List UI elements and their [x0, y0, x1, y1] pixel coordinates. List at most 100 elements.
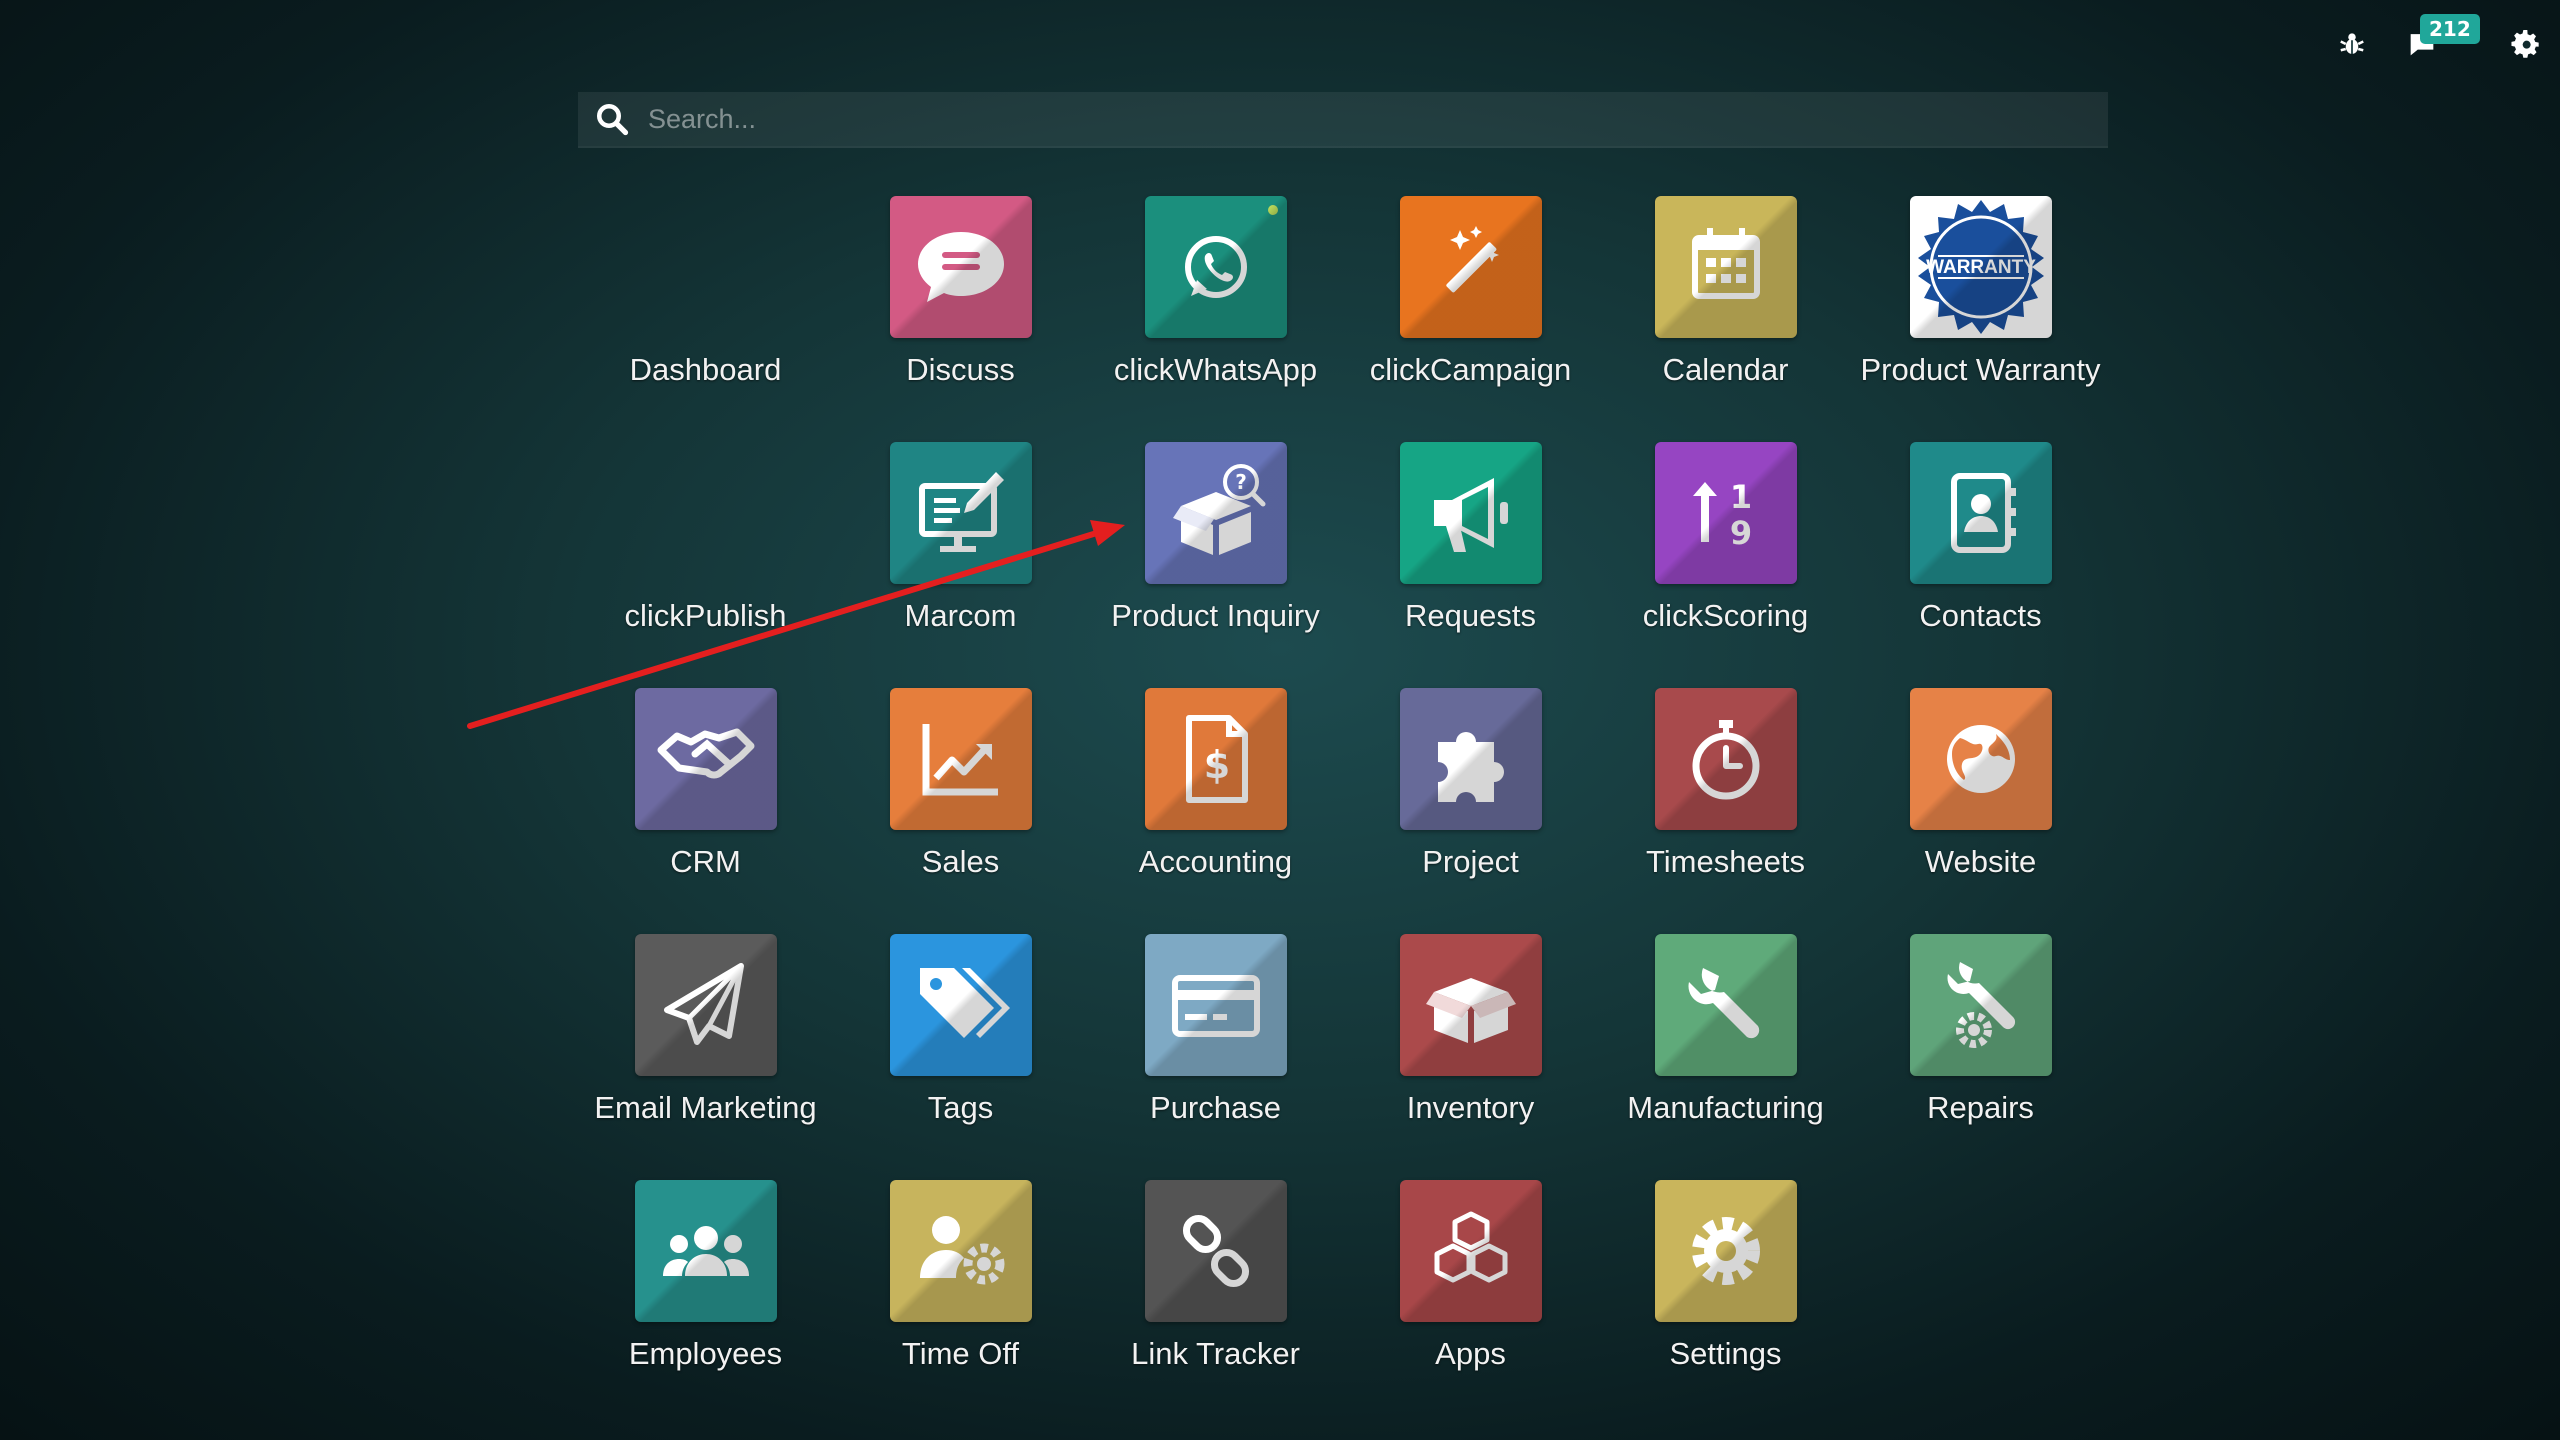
app-label: Timesheets [1645, 844, 1806, 879]
app-label: Discuss [906, 352, 1015, 387]
globe-icon [1909, 688, 2052, 830]
app-label: Purchase [1150, 1090, 1281, 1125]
app-label: Calendar [1662, 352, 1789, 387]
app-label: Sales [921, 844, 1000, 879]
app-apps[interactable]: Apps [1343, 1180, 1598, 1426]
app-label: Website [1924, 844, 2037, 879]
chat-icon[interactable]: 212 [2402, 14, 2480, 64]
cubes-icon [1399, 1180, 1542, 1322]
app-purchase[interactable]: Purchase [1088, 934, 1343, 1180]
svg-text:$: $ [1203, 743, 1229, 787]
open-box-icon [1399, 934, 1542, 1076]
app-clickpublish[interactable]: clickPublish [578, 442, 833, 688]
sort-numeric-icon: 19 [1654, 442, 1797, 584]
app-accounting[interactable]: $ Accounting [1088, 688, 1343, 934]
chart-line-icon [889, 688, 1032, 830]
magic-wand-icon [1399, 196, 1542, 338]
app-requests[interactable]: Requests [1343, 442, 1598, 688]
app-label: Product Warranty [1860, 352, 2101, 387]
app-contacts[interactable]: Contacts [1853, 442, 2108, 688]
app-label: CRM [670, 844, 741, 879]
app-project[interactable]: Project [1343, 688, 1598, 934]
megaphone-icon [1399, 442, 1542, 584]
app-sales[interactable]: Sales [833, 688, 1088, 934]
app-inventory[interactable]: Inventory [1343, 934, 1598, 1180]
address-book-icon [1909, 442, 2052, 584]
paper-plane-icon [634, 934, 777, 1076]
invoice-dollar-icon: $ [1144, 688, 1287, 830]
svg-text:9: 9 [1729, 514, 1751, 552]
app-grid: Dashboard Discuss clickWhatsApp clickCam… [578, 196, 2108, 1426]
app-label: Requests [1405, 598, 1536, 633]
app-email-marketing[interactable]: Email Marketing [578, 934, 833, 1180]
svg-text:?: ? [1235, 470, 1247, 494]
wrench-gear-icon [1909, 934, 2052, 1076]
app-employees[interactable]: Employees [578, 1180, 833, 1426]
chat-bubble-icon [889, 196, 1032, 338]
user-gear-icon [889, 1180, 1032, 1322]
app-label: Link Tracker [1131, 1336, 1300, 1371]
app-label: Employees [628, 1336, 783, 1371]
app-settings[interactable]: Settings [1598, 1180, 1853, 1426]
chat-count-badge: 212 [2420, 14, 2480, 44]
users-icon [634, 1180, 777, 1322]
calendar-icon [1654, 196, 1797, 338]
search-bar [578, 92, 2108, 148]
app-calendar[interactable]: Calendar [1598, 196, 1853, 442]
app-label: Product Inquiry [1111, 598, 1320, 633]
app-label: clickCampaign [1369, 352, 1572, 387]
puzzle-icon [1399, 688, 1542, 830]
app-product-inquiry[interactable]: ? Product Inquiry [1088, 442, 1343, 688]
app-timesheets[interactable]: Timesheets [1598, 688, 1853, 934]
app-website[interactable]: Website [1853, 688, 2108, 934]
app-clickwhatsapp[interactable]: clickWhatsApp [1088, 196, 1343, 442]
app-clickcampaign[interactable]: clickCampaign [1343, 196, 1598, 442]
link-icon [1144, 1180, 1287, 1322]
app-label: Project [1422, 844, 1519, 879]
app-tags[interactable]: Tags [833, 934, 1088, 1180]
monitor-pen-icon [889, 442, 1032, 584]
wrench-icon [1654, 934, 1797, 1076]
app-manufacturing[interactable]: Manufacturing [1598, 934, 1853, 1180]
app-label: Apps [1435, 1336, 1506, 1371]
app-label: Dashboard [629, 352, 782, 387]
app-label: Contacts [1919, 598, 2042, 633]
app-label: Repairs [1927, 1090, 2034, 1125]
app-label: Manufacturing [1627, 1090, 1824, 1125]
app-clickscoring[interactable]: 19 clickScoring [1598, 442, 1853, 688]
app-label: Settings [1669, 1336, 1782, 1371]
gear-icon[interactable] [2506, 24, 2546, 64]
app-label: Marcom [904, 598, 1017, 633]
credit-card-icon [1144, 934, 1287, 1076]
app-repairs[interactable]: Repairs [1853, 934, 2108, 1180]
clickpublish-tile [635, 442, 777, 584]
dashboard-tile [635, 196, 777, 338]
warranty-seal-icon: WARRANTY [1909, 196, 2052, 338]
app-product-warranty[interactable]: WARRANTY Product Warranty [1853, 196, 2108, 442]
app-label: clickScoring [1642, 598, 1809, 633]
whatsapp-icon [1144, 196, 1287, 338]
systray: 212 [2332, 14, 2546, 74]
app-label: Inventory [1406, 1090, 1535, 1125]
svg-text:1: 1 [1729, 478, 1751, 516]
gear-icon [1654, 1180, 1797, 1322]
stopwatch-icon [1654, 688, 1797, 830]
app-label: Email Marketing [594, 1090, 817, 1125]
app-link-tracker[interactable]: Link Tracker [1088, 1180, 1343, 1426]
app-label: clickWhatsApp [1113, 352, 1318, 387]
app-label: clickPublish [624, 598, 787, 633]
app-crm[interactable]: CRM [578, 688, 833, 934]
box-question-icon: ? [1144, 442, 1287, 584]
search-icon [592, 99, 632, 139]
app-discuss[interactable]: Discuss [833, 196, 1088, 442]
app-label: Time Off [901, 1336, 1020, 1371]
app-time-off[interactable]: Time Off [833, 1180, 1088, 1426]
bug-icon[interactable] [2332, 24, 2372, 64]
app-label: Tags [927, 1090, 994, 1125]
tags-icon [889, 934, 1032, 1076]
handshake-icon [634, 688, 777, 830]
app-marcom[interactable]: Marcom [833, 442, 1088, 688]
app-label: Accounting [1138, 844, 1293, 879]
app-dashboard[interactable]: Dashboard [578, 196, 833, 442]
search-input[interactable] [632, 93, 2108, 145]
